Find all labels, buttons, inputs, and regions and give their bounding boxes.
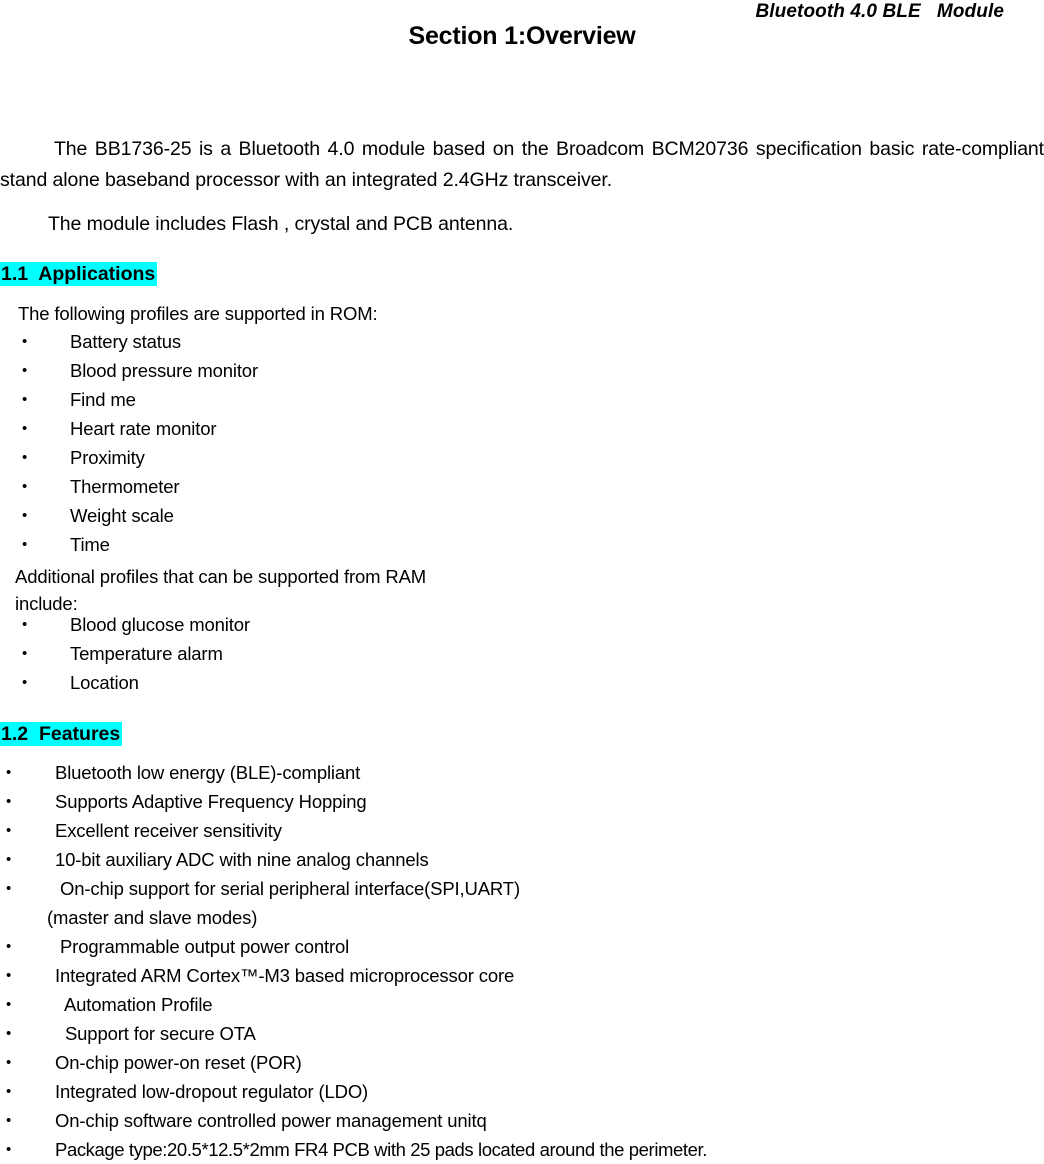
list-item-label: Excellent receiver sensitivity bbox=[55, 820, 282, 841]
list-item-label: Weight scale bbox=[70, 505, 174, 526]
list-item-label: On-chip software controlled power manage… bbox=[55, 1110, 487, 1131]
list-item-label: Blood glucose monitor bbox=[70, 614, 250, 635]
list-item-label: Time bbox=[70, 534, 110, 555]
section-number: 1.2 bbox=[1, 723, 29, 745]
section-title-text: Features bbox=[38, 723, 121, 745]
bullet-icon: • bbox=[6, 967, 12, 984]
bullet-icon: • bbox=[22, 645, 28, 662]
list-item: • Find me bbox=[22, 385, 258, 414]
bullet-icon: • bbox=[6, 1112, 12, 1129]
section-heading-features-text: 1.2 Features bbox=[0, 722, 123, 746]
bullet-icon: • bbox=[6, 996, 12, 1013]
section-heading-features: 1.2 Features bbox=[0, 721, 123, 747]
list-item-label: On-chip support for serial peripheral in… bbox=[55, 878, 520, 899]
list-item: • Time bbox=[22, 530, 258, 559]
list-item-label: Proximity bbox=[70, 447, 145, 468]
bullet-icon: • bbox=[6, 822, 12, 839]
bullet-icon: • bbox=[6, 851, 12, 868]
rom-profiles-list: • Battery status • Blood pressure monitor … bbox=[22, 327, 258, 559]
list-item: • Bluetooth low energy (BLE)-compliant bbox=[6, 758, 707, 787]
list-item-label: Supports Adaptive Frequency Hopping bbox=[55, 791, 367, 812]
list-item: • Blood glucose monitor bbox=[22, 610, 250, 639]
lead-in-rom-profiles: The following profiles are supported in … bbox=[18, 303, 378, 324]
list-item-label: Integrated ARM Cortex™-M3 based micropro… bbox=[55, 965, 515, 986]
list-item: • On-chip power-on reset (POR) bbox=[6, 1048, 707, 1077]
bullet-icon: • bbox=[22, 391, 28, 408]
list-item: • Temperature alarm bbox=[22, 639, 250, 668]
list-item: • Automation Profile bbox=[6, 990, 707, 1019]
list-item-continuation: (master and slave modes) bbox=[47, 907, 258, 928]
list-item: • Blood pressure monitor bbox=[22, 356, 258, 385]
list-item: • Programmable output power control bbox=[6, 932, 707, 961]
section-number: 1.1 bbox=[1, 263, 29, 285]
list-item-label: Location bbox=[70, 672, 139, 693]
list-item: • On-chip software controlled power manag… bbox=[6, 1106, 707, 1135]
bullet-icon: • bbox=[6, 1054, 12, 1071]
bullet-icon: • bbox=[22, 478, 28, 495]
list-item: • Weight scale bbox=[22, 501, 258, 530]
lead-in-ram-profiles: Additional profiles that can be supporte… bbox=[15, 566, 427, 614]
list-item: • Supports Adaptive Frequency Hopping bbox=[6, 787, 707, 816]
bullet-icon: • bbox=[6, 1025, 12, 1042]
list-item-label: Temperature alarm bbox=[70, 643, 223, 664]
section-title-text: Applications bbox=[38, 263, 156, 285]
list-item: • Excellent receiver sensitivity bbox=[6, 816, 707, 845]
features-list: • Bluetooth low energy (BLE)-compliant • S… bbox=[6, 758, 707, 1164]
bullet-icon: • bbox=[22, 536, 28, 553]
section-heading-applications: 1.1 Applications bbox=[0, 261, 158, 287]
list-item: • Battery status bbox=[22, 327, 258, 356]
bullet-icon: • bbox=[6, 1083, 12, 1100]
ram-profiles-list: • Blood glucose monitor • Temperature alar… bbox=[22, 610, 250, 697]
list-item-label: Find me bbox=[70, 389, 136, 410]
list-item-label: Automation Profile bbox=[55, 994, 213, 1015]
page-title: Section 1:Overview bbox=[408, 22, 636, 50]
list-item: • Heart rate monitor bbox=[22, 414, 258, 443]
list-item: • Location bbox=[22, 668, 250, 697]
list-item: • On-chip support for serial peripheral … bbox=[6, 874, 707, 932]
bullet-icon: • bbox=[22, 362, 28, 379]
bullet-icon: • bbox=[22, 333, 28, 350]
intro-paragraph: The BB1736-25 is a Bluetooth 4.0 module … bbox=[0, 138, 1044, 191]
list-item-label: Support for secure OTA bbox=[55, 1023, 256, 1044]
list-item-label: Battery status bbox=[70, 331, 182, 352]
bullet-icon: • bbox=[6, 764, 12, 781]
list-item: • Thermometer bbox=[22, 472, 258, 501]
bullet-icon: • bbox=[6, 793, 12, 810]
bullet-icon: • bbox=[6, 880, 12, 897]
list-item: • Integrated low-dropout regulator (LDO) bbox=[6, 1077, 707, 1106]
bullet-icon: • bbox=[22, 616, 28, 633]
list-item-label: 10-bit auxiliary ADC with nine analog ch… bbox=[55, 849, 429, 870]
list-item-label: On-chip power-on reset (POR) bbox=[55, 1052, 302, 1073]
list-item-label: Thermometer bbox=[70, 476, 180, 497]
list-item-label: Heart rate monitor bbox=[70, 418, 217, 439]
list-item-label: Programmable output power control bbox=[55, 936, 350, 957]
bullet-icon: • bbox=[22, 420, 28, 437]
list-item: • Proximity bbox=[22, 443, 258, 472]
bullet-icon: • bbox=[22, 507, 28, 524]
list-item: • 10-bit auxiliary ADC with nine analog c… bbox=[6, 845, 707, 874]
list-item: • Integrated ARM Cortex™-M3 based micropr… bbox=[6, 961, 707, 990]
list-item-label: Integrated low-dropout regulator (LDO) bbox=[55, 1081, 369, 1102]
bullet-icon: • bbox=[22, 449, 28, 466]
bullet-icon: • bbox=[22, 674, 28, 691]
list-item: • Support for secure OTA bbox=[6, 1019, 707, 1048]
module-paragraph: The module includes Flash , crystal and … bbox=[48, 213, 514, 235]
list-item-label: Blood pressure monitor bbox=[70, 360, 258, 381]
section-heading-applications-text: 1.1 Applications bbox=[0, 262, 158, 286]
list-item-label: Bluetooth low energy (BLE)-compliant bbox=[55, 762, 361, 783]
bullet-icon: • bbox=[6, 938, 12, 955]
